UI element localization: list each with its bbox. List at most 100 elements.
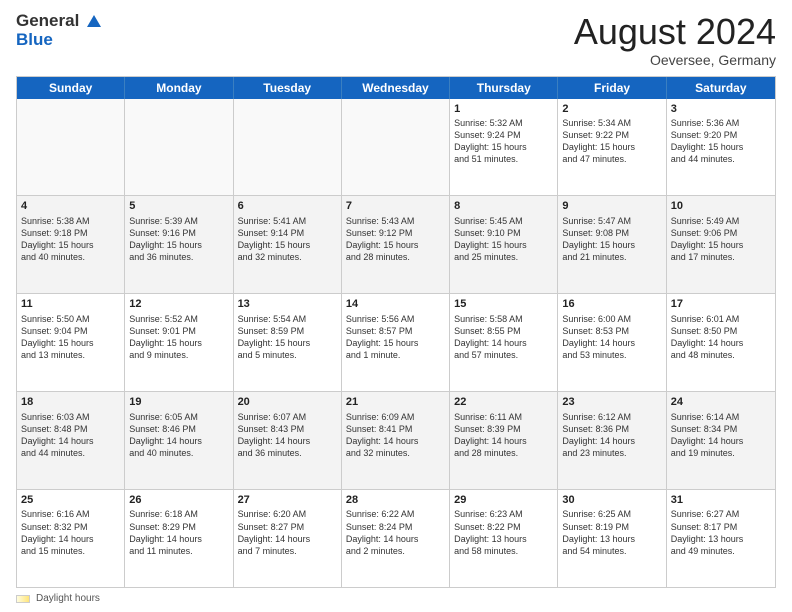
- calendar-cell: 10 Sunrise: 5:49 AM Sunset: 9:06 PM Dayli…: [667, 196, 775, 293]
- calendar-cell: [234, 99, 342, 196]
- day-number: 10: [671, 199, 771, 213]
- day-info: Sunrise: 6:00 AM Sunset: 8:53 PM Dayligh…: [562, 313, 661, 362]
- day-info: Sunrise: 6:25 AM Sunset: 8:19 PM Dayligh…: [562, 508, 661, 557]
- day-info: Sunrise: 6:20 AM Sunset: 8:27 PM Dayligh…: [238, 508, 337, 557]
- day-info: Sunrise: 5:39 AM Sunset: 9:16 PM Dayligh…: [129, 215, 228, 264]
- day-info: Sunrise: 5:58 AM Sunset: 8:55 PM Dayligh…: [454, 313, 553, 362]
- day-number: 23: [562, 395, 661, 409]
- day-number: 5: [129, 199, 228, 213]
- location: Oeversee, Germany: [574, 52, 776, 68]
- day-info: Sunrise: 6:12 AM Sunset: 8:36 PM Dayligh…: [562, 411, 661, 460]
- calendar-cell: 19 Sunrise: 6:05 AM Sunset: 8:46 PM Dayli…: [125, 392, 233, 489]
- day-number: 9: [562, 199, 661, 213]
- calendar-row: 1Sunrise: 5:32 AM Sunset: 9:24 PM Daylig…: [17, 99, 775, 196]
- day-info: Sunrise: 6:27 AM Sunset: 8:17 PM Dayligh…: [671, 508, 771, 557]
- day-number: 26: [129, 493, 228, 507]
- day-info: Sunrise: 5:50 AM Sunset: 9:04 PM Dayligh…: [21, 313, 120, 362]
- day-number: 27: [238, 493, 337, 507]
- calendar-row: 11 Sunrise: 5:50 AM Sunset: 9:04 PM Dayli…: [17, 293, 775, 391]
- day-info: Sunrise: 6:05 AM Sunset: 8:46 PM Dayligh…: [129, 411, 228, 460]
- calendar-cell: 26Sunrise: 6:18 AM Sunset: 8:29 PM Dayli…: [125, 490, 233, 587]
- calendar-cell: 12 Sunrise: 5:52 AM Sunset: 9:01 PM Dayli…: [125, 294, 233, 391]
- day-number: 24: [671, 395, 771, 409]
- calendar-cell: 6Sunrise: 5:41 AM Sunset: 9:14 PM Daylig…: [234, 196, 342, 293]
- calendar-cell: 17 Sunrise: 6:01 AM Sunset: 8:50 PM Dayli…: [667, 294, 775, 391]
- calendar-cell: 18 Sunrise: 6:03 AM Sunset: 8:48 PM Dayli…: [17, 392, 125, 489]
- day-number: 12: [129, 297, 228, 311]
- calendar-cell: 21 Sunrise: 6:09 AM Sunset: 8:41 PM Dayli…: [342, 392, 450, 489]
- daylight-icon: [16, 595, 30, 603]
- calendar-header: SundayMondayTuesdayWednesdayThursdayFrid…: [17, 77, 775, 99]
- day-info: Sunrise: 6:03 AM Sunset: 8:48 PM Dayligh…: [21, 411, 120, 460]
- footer-label: Daylight hours: [36, 593, 100, 604]
- calendar-cell: 31Sunrise: 6:27 AM Sunset: 8:17 PM Dayli…: [667, 490, 775, 587]
- day-number: 13: [238, 297, 337, 311]
- calendar-cell: 8 Sunrise: 5:45 AM Sunset: 9:10 PM Daylig…: [450, 196, 558, 293]
- day-number: 18: [21, 395, 120, 409]
- day-info: Sunrise: 5:38 AM Sunset: 9:18 PM Dayligh…: [21, 215, 120, 264]
- weekday-header: Tuesday: [234, 77, 342, 99]
- calendar-cell: 23 Sunrise: 6:12 AM Sunset: 8:36 PM Dayli…: [558, 392, 666, 489]
- logo-blue: Blue: [16, 31, 104, 50]
- day-info: Sunrise: 5:32 AM Sunset: 9:24 PM Dayligh…: [454, 117, 553, 166]
- calendar-cell: 9 Sunrise: 5:47 AM Sunset: 9:08 PM Daylig…: [558, 196, 666, 293]
- calendar-cell: 14 Sunrise: 5:56 AM Sunset: 8:57 PM Dayli…: [342, 294, 450, 391]
- day-info: Sunrise: 6:22 AM Sunset: 8:24 PM Dayligh…: [346, 508, 445, 557]
- day-number: 2: [562, 102, 661, 116]
- calendar-cell: 29Sunrise: 6:23 AM Sunset: 8:22 PM Dayli…: [450, 490, 558, 587]
- day-info: Sunrise: 5:49 AM Sunset: 9:06 PM Dayligh…: [671, 215, 771, 264]
- header: General Blue August 2024 Oeversee, Germa…: [16, 12, 776, 68]
- day-number: 25: [21, 493, 120, 507]
- calendar-cell: [342, 99, 450, 196]
- day-number: 7: [346, 199, 445, 213]
- day-info: Sunrise: 5:52 AM Sunset: 9:01 PM Dayligh…: [129, 313, 228, 362]
- day-info: Sunrise: 6:09 AM Sunset: 8:41 PM Dayligh…: [346, 411, 445, 460]
- calendar-cell: 7Sunrise: 5:43 AM Sunset: 9:12 PM Daylig…: [342, 196, 450, 293]
- day-number: 15: [454, 297, 553, 311]
- day-number: 8: [454, 199, 553, 213]
- calendar-cell: 24Sunrise: 6:14 AM Sunset: 8:34 PM Dayli…: [667, 392, 775, 489]
- calendar-cell: 15 Sunrise: 5:58 AM Sunset: 8:55 PM Dayli…: [450, 294, 558, 391]
- weekday-header: Friday: [558, 77, 666, 99]
- calendar-body: 1Sunrise: 5:32 AM Sunset: 9:24 PM Daylig…: [17, 99, 775, 587]
- day-info: Sunrise: 5:41 AM Sunset: 9:14 PM Dayligh…: [238, 215, 337, 264]
- weekday-header: Wednesday: [342, 77, 450, 99]
- day-number: 11: [21, 297, 120, 311]
- calendar-row: 4Sunrise: 5:38 AM Sunset: 9:18 PM Daylig…: [17, 195, 775, 293]
- day-number: 14: [346, 297, 445, 311]
- day-info: Sunrise: 5:56 AM Sunset: 8:57 PM Dayligh…: [346, 313, 445, 362]
- calendar-cell: [125, 99, 233, 196]
- footer: Daylight hours: [16, 593, 776, 604]
- day-info: Sunrise: 6:01 AM Sunset: 8:50 PM Dayligh…: [671, 313, 771, 362]
- calendar-cell: 1Sunrise: 5:32 AM Sunset: 9:24 PM Daylig…: [450, 99, 558, 196]
- calendar-cell: 11 Sunrise: 5:50 AM Sunset: 9:04 PM Dayli…: [17, 294, 125, 391]
- calendar-cell: 25Sunrise: 6:16 AM Sunset: 8:32 PM Dayli…: [17, 490, 125, 587]
- month-year: August 2024: [574, 12, 776, 52]
- day-info: Sunrise: 6:07 AM Sunset: 8:43 PM Dayligh…: [238, 411, 337, 460]
- calendar-cell: 27Sunrise: 6:20 AM Sunset: 8:27 PM Dayli…: [234, 490, 342, 587]
- weekday-header: Saturday: [667, 77, 775, 99]
- calendar-cell: 2Sunrise: 5:34 AM Sunset: 9:22 PM Daylig…: [558, 99, 666, 196]
- day-info: Sunrise: 6:16 AM Sunset: 8:32 PM Dayligh…: [21, 508, 120, 557]
- calendar-row: 18 Sunrise: 6:03 AM Sunset: 8:48 PM Dayli…: [17, 391, 775, 489]
- weekday-header: Sunday: [17, 77, 125, 99]
- day-number: 30: [562, 493, 661, 507]
- calendar-cell: 3Sunrise: 5:36 AM Sunset: 9:20 PM Daylig…: [667, 99, 775, 196]
- day-number: 21: [346, 395, 445, 409]
- day-number: 31: [671, 493, 771, 507]
- day-info: Sunrise: 5:54 AM Sunset: 8:59 PM Dayligh…: [238, 313, 337, 362]
- calendar-cell: 20Sunrise: 6:07 AM Sunset: 8:43 PM Dayli…: [234, 392, 342, 489]
- day-number: 3: [671, 102, 771, 116]
- calendar-cell: [17, 99, 125, 196]
- day-info: Sunrise: 5:45 AM Sunset: 9:10 PM Dayligh…: [454, 215, 553, 264]
- calendar-cell: 5 Sunrise: 5:39 AM Sunset: 9:16 PM Daylig…: [125, 196, 233, 293]
- calendar-cell: 16Sunrise: 6:00 AM Sunset: 8:53 PM Dayli…: [558, 294, 666, 391]
- day-info: Sunrise: 5:36 AM Sunset: 9:20 PM Dayligh…: [671, 117, 771, 166]
- day-info: Sunrise: 5:47 AM Sunset: 9:08 PM Dayligh…: [562, 215, 661, 264]
- day-number: 17: [671, 297, 771, 311]
- day-number: 19: [129, 395, 228, 409]
- calendar-cell: 28Sunrise: 6:22 AM Sunset: 8:24 PM Dayli…: [342, 490, 450, 587]
- calendar: SundayMondayTuesdayWednesdayThursdayFrid…: [16, 76, 776, 588]
- calendar-cell: 30Sunrise: 6:25 AM Sunset: 8:19 PM Dayli…: [558, 490, 666, 587]
- day-info: Sunrise: 6:18 AM Sunset: 8:29 PM Dayligh…: [129, 508, 228, 557]
